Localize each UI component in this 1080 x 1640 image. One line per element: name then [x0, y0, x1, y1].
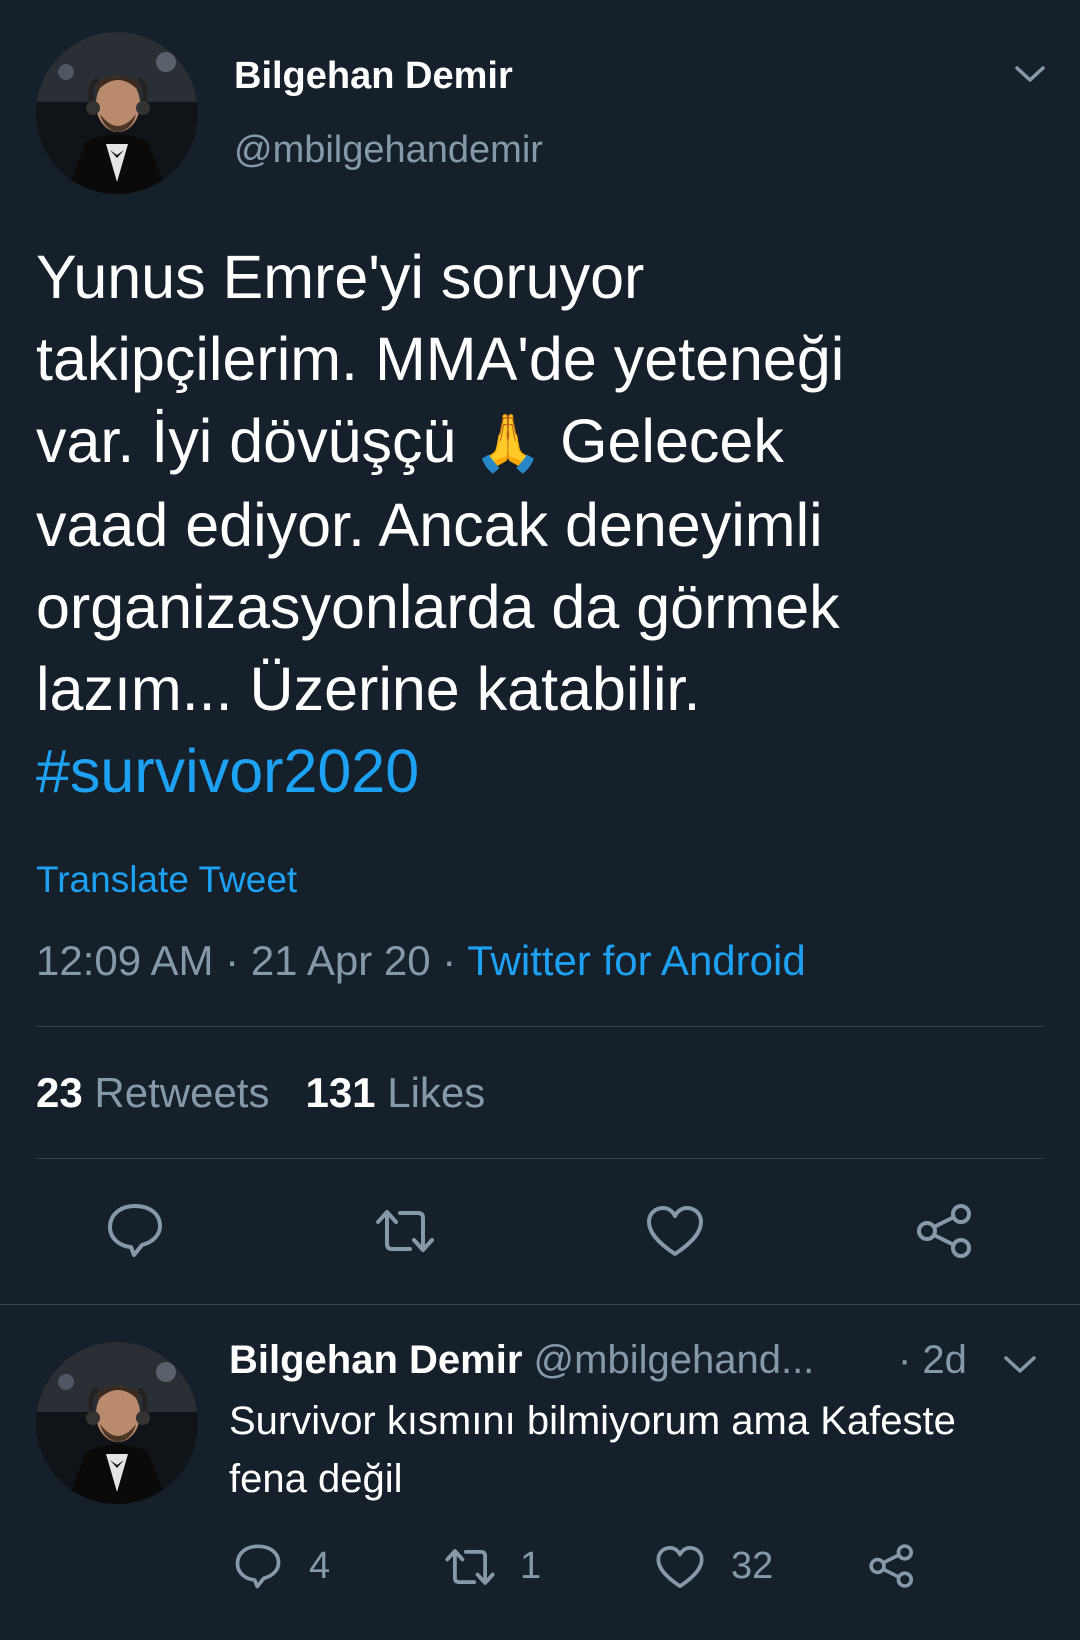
author-avatar[interactable]	[36, 32, 198, 194]
retweets-count: 23	[36, 1069, 83, 1116]
tweet-meta: 12:09 AM · 21 Apr 20 · Twitter for Andro…	[36, 936, 806, 986]
tweet-text-line: var. İyi dövüşçü 🙏 Gelecek	[36, 400, 1046, 484]
retweets-label: Retweets	[94, 1069, 270, 1116]
share-icon[interactable]	[915, 1202, 975, 1260]
tweet-text-line: organizasyonlarda da görmek	[36, 573, 840, 641]
tweet-text-fragment: Gelecek	[560, 407, 784, 475]
author-name[interactable]: Bilgehan Demir	[234, 54, 513, 98]
reply-count: 4	[309, 1545, 331, 1587]
pray-emoji: 🙏	[473, 411, 544, 474]
retweet-icon[interactable]	[372, 1206, 438, 1256]
retweets-stat[interactable]: 23 Retweets	[36, 1069, 269, 1116]
divider	[36, 1158, 1044, 1159]
reply-icon[interactable]	[106, 1202, 164, 1258]
divider	[0, 1304, 1080, 1305]
tweet-text-line: Yunus Emre'yi soruyor	[36, 243, 645, 311]
reply-retweet-count: 1	[520, 1545, 542, 1587]
likes-label: Likes	[387, 1069, 486, 1116]
like-icon[interactable]	[645, 1204, 705, 1258]
likes-count: 131	[305, 1069, 376, 1116]
reply-age: · 2d	[898, 1338, 967, 1382]
tweet-text: Yunus Emre'yi soruyor takipçilerim. MMA'…	[36, 236, 1046, 812]
translate-tweet-link[interactable]: Translate Tweet	[36, 858, 297, 902]
reply-like-count: 32	[731, 1545, 774, 1587]
reply-text-line: Survivor kısmını bilmiyorum ama Kafeste	[229, 1399, 956, 1443]
reply-author-handle[interactable]: @mbilgehand...	[534, 1338, 815, 1382]
divider	[36, 1026, 1044, 1027]
meta-separator: ·	[442, 937, 457, 984]
reply-author-avatar[interactable]	[36, 1342, 198, 1504]
likes-stat[interactable]: 131 Likes	[305, 1069, 485, 1116]
author-handle[interactable]: @mbilgehandemir	[234, 128, 543, 172]
tweet-stats: 23 Retweets 131 Likes	[36, 1068, 485, 1118]
reply-text: Survivor kısmını bilmiyorum ama Kafeste …	[229, 1392, 1059, 1508]
retweet-icon[interactable]	[442, 1546, 498, 1588]
chevron-down-icon[interactable]	[1013, 62, 1047, 86]
meta-separator: ·	[225, 937, 240, 984]
like-icon[interactable]	[655, 1544, 705, 1590]
hashtag-link[interactable]: #survivor2020	[36, 730, 1046, 812]
tweet-source-link[interactable]: Twitter for Android	[467, 937, 805, 984]
reply-text-line: fena değil	[229, 1457, 403, 1501]
reply-header: Bilgehan Demir @mbilgehand...	[229, 1336, 814, 1384]
tweet-date: 21 Apr 20	[250, 937, 431, 984]
tweet-text-line: vaad ediyor. Ancak deneyimli	[36, 491, 823, 559]
chevron-down-icon[interactable]	[1002, 1352, 1038, 1376]
reply-author-name[interactable]: Bilgehan Demir	[229, 1338, 522, 1382]
tweet-text-line: lazım... Üzerine katabilir.	[36, 655, 701, 723]
tweet-text-fragment: var. İyi dövüşçü	[36, 407, 457, 475]
tweet-text-line: takipçilerim. MMA'de yeteneği	[36, 325, 845, 393]
reply-icon[interactable]	[234, 1543, 282, 1589]
share-icon[interactable]	[868, 1542, 916, 1590]
tweet-time: 12:09 AM	[36, 937, 214, 984]
